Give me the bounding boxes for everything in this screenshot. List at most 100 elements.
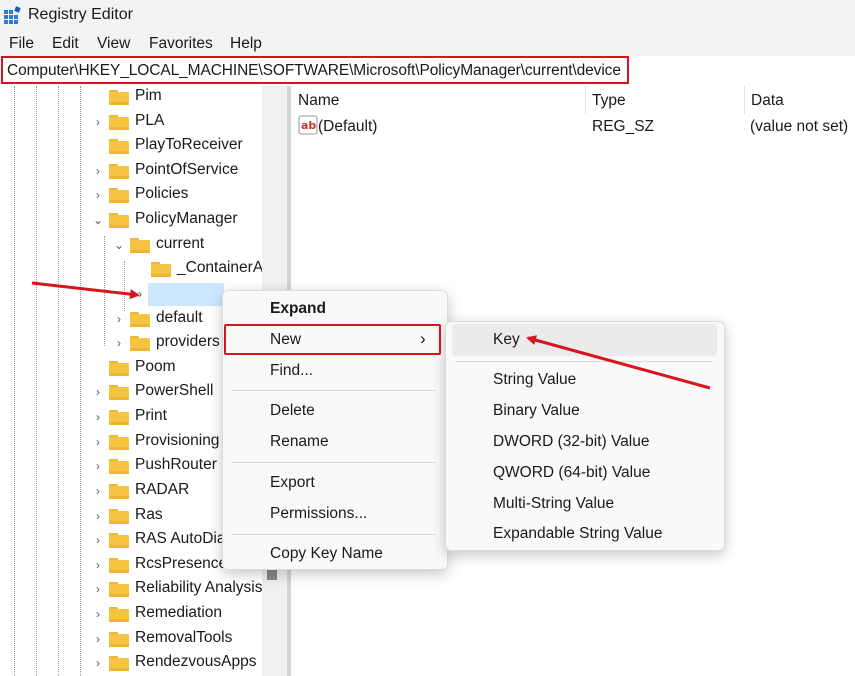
tree-item-pim[interactable]: Pim	[0, 86, 262, 110]
tree-item-label: Print	[135, 407, 167, 425]
column-header-data[interactable]: Data	[751, 92, 784, 110]
chevron-right-icon[interactable]: ›	[91, 558, 105, 572]
folder-icon	[151, 262, 171, 278]
tree-item-remediation[interactable]: › Remediation	[0, 603, 262, 627]
tree-item-label: PowerShell	[135, 382, 214, 400]
context-permissions[interactable]: Permissions...	[270, 505, 367, 523]
folder-icon	[109, 557, 129, 573]
menu-edit[interactable]: Edit	[52, 35, 79, 53]
chevron-right-icon[interactable]: ›	[112, 336, 126, 350]
tree-item-label: current	[156, 234, 205, 252]
folder-icon	[109, 607, 129, 623]
tree-item-label: _ContainerA	[177, 259, 264, 277]
menu-file[interactable]: File	[9, 35, 34, 53]
submenu-key[interactable]: Key	[493, 331, 520, 349]
chevron-right-icon[interactable]: ›	[91, 410, 105, 424]
menu-separator	[232, 534, 436, 535]
chevron-right-icon[interactable]: ›	[91, 459, 105, 473]
menu-favorites[interactable]: Favorites	[149, 35, 213, 53]
chevron-right-icon[interactable]: ›	[91, 509, 105, 523]
tree-item-label: PolicyManager	[135, 210, 238, 228]
chevron-right-icon[interactable]: ›	[91, 656, 105, 670]
submenu-binary-value[interactable]: Binary Value	[493, 402, 580, 420]
chevron-right-icon[interactable]: ›	[91, 533, 105, 547]
tree-item-current[interactable]: ⌄ current	[0, 234, 262, 258]
tree-item-rendezvousapps[interactable]: › RendezvousApps	[0, 652, 262, 676]
chevron-right-icon	[133, 262, 147, 276]
folder-icon	[109, 163, 129, 179]
tree-item-label: RAS AutoDia	[135, 530, 226, 548]
chevron-right-icon[interactable]: ›	[91, 607, 105, 621]
tree-item-removaltools[interactable]: › RemovalTools	[0, 628, 262, 652]
value-row-type: REG_SZ	[592, 118, 655, 135]
folder-icon	[109, 434, 129, 450]
tree-item-label: Poom	[135, 357, 176, 375]
tree-item-label: PlayToReceiver	[135, 136, 243, 154]
tree-item-label: default	[156, 308, 203, 326]
column-divider[interactable]	[744, 86, 745, 114]
submenu-qword-value[interactable]: QWORD (64-bit) Value	[493, 464, 650, 482]
key-hover-background	[452, 324, 717, 356]
menu-separator	[232, 462, 436, 463]
title-bar: Registry Editor	[0, 0, 855, 32]
chevron-right-icon[interactable]: ›	[91, 385, 105, 399]
chevron-down-icon[interactable]: ⌄	[91, 213, 105, 227]
context-expand[interactable]: Expand	[270, 300, 326, 318]
chevron-right-icon	[91, 139, 105, 153]
tree-item-label: RemovalTools	[135, 628, 233, 646]
registry-editor-icon	[4, 6, 21, 24]
tree-item-policies[interactable]: › Policies	[0, 184, 262, 208]
chevron-right-icon[interactable]: ›	[91, 582, 105, 596]
folder-icon	[109, 410, 129, 426]
context-copy-key-name[interactable]: Copy Key Name	[270, 545, 383, 563]
tree-item-pointofservice[interactable]: › PointOfService	[0, 160, 262, 184]
address-bar[interactable]: Computer\HKEY_LOCAL_MACHINE\SOFTWARE\Mic…	[1, 56, 629, 84]
string-value-icon: ab	[298, 115, 318, 135]
folder-icon	[109, 656, 129, 672]
context-delete[interactable]: Delete	[270, 402, 315, 420]
tree-item-label: RcsPresence	[135, 554, 228, 572]
tree-item-label: Provisioning	[135, 431, 220, 449]
chevron-down-icon[interactable]: ⌄	[112, 238, 126, 252]
submenu-string-value[interactable]: String Value	[493, 371, 576, 389]
menu-help[interactable]: Help	[230, 35, 262, 53]
column-header-type[interactable]: Type	[592, 92, 626, 110]
chevron-right-icon[interactable]: ›	[91, 435, 105, 449]
submenu-expandable-string-value[interactable]: Expandable String Value	[493, 525, 662, 543]
folder-icon	[109, 188, 129, 204]
selected-tree-item-highlight	[148, 283, 224, 306]
chevron-right-icon[interactable]: ›	[91, 164, 105, 178]
folder-icon	[109, 533, 129, 549]
chevron-right-icon[interactable]: ›	[133, 287, 147, 301]
context-export[interactable]: Export	[270, 474, 315, 492]
tree-item-pla[interactable]: › PLA	[0, 111, 262, 135]
context-find[interactable]: Find...	[270, 362, 313, 380]
column-header-name[interactable]: Name	[298, 92, 339, 110]
address-path: Computer\HKEY_LOCAL_MACHINE\SOFTWARE\Mic…	[7, 62, 621, 79]
tree-item-playtoreceiver[interactable]: PlayToReceiver	[0, 135, 262, 159]
window-title: Registry Editor	[28, 6, 133, 23]
submenu-dword-value[interactable]: DWORD (32-bit) Value	[493, 433, 649, 451]
menu-separator	[455, 361, 713, 362]
value-row-name[interactable]: (Default)	[318, 118, 377, 136]
submenu-multi-string-value[interactable]: Multi-String Value	[493, 495, 614, 513]
tree-item-label: Pim	[135, 87, 162, 104]
folder-icon	[109, 483, 129, 499]
chevron-right-icon[interactable]: ›	[91, 115, 105, 129]
folder-icon	[130, 311, 150, 327]
chevron-right-icon	[91, 361, 105, 375]
chevron-right-icon[interactable]: ›	[91, 484, 105, 498]
column-divider[interactable]	[585, 86, 586, 114]
folder-icon	[109, 385, 129, 401]
chevron-right-icon[interactable]: ›	[112, 312, 126, 326]
context-rename[interactable]: Rename	[270, 433, 329, 451]
tree-item-label: Ras	[135, 505, 163, 523]
tree-item-policymanager[interactable]: ⌄ PolicyManager	[0, 209, 262, 233]
menu-view[interactable]: View	[97, 35, 130, 53]
tree-item-containera[interactable]: _ContainerA	[0, 258, 264, 282]
chevron-right-icon[interactable]: ›	[91, 632, 105, 646]
tree-item-label: PointOfService	[135, 160, 239, 178]
chevron-right-icon[interactable]: ›	[91, 188, 105, 202]
tree-item-reliability-analysis[interactable]: › Reliability Analysis	[0, 578, 263, 602]
folder-icon	[109, 631, 129, 647]
